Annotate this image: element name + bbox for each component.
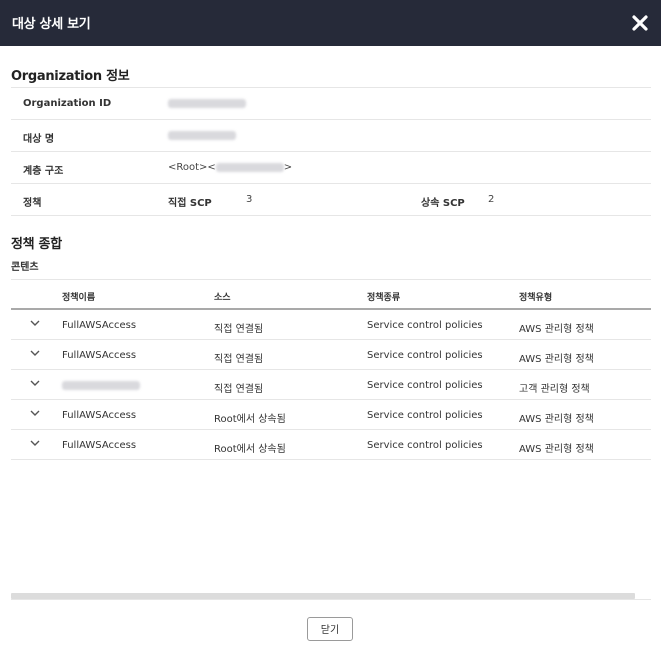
column-header-policy-kind[interactable]: 정책종류	[367, 290, 400, 303]
direct-scp-label: 직접 SCP	[168, 198, 212, 209]
info-row-hierarchy: 계층 구조 <Root>< >	[11, 152, 651, 184]
table-row[interactable]: FullAWSAccess Root에서 상속됨 Service control p…	[11, 400, 651, 430]
chevron-down-icon[interactable]	[29, 318, 41, 328]
policy-name-cell: FullAWSAccess	[62, 320, 137, 331]
close-icon[interactable]	[629, 12, 651, 34]
policy-type-cell: 고객 관리형 정책	[519, 384, 590, 395]
policy-type-cell: AWS 관리형 정책	[519, 354, 594, 365]
info-row-target-name: 대상 명	[11, 120, 651, 152]
org-info-table: Organization ID 대상 명 계층 구조 <Root>< > 정책 직…	[11, 87, 651, 216]
source-cell: 직접 연결됨	[214, 324, 264, 335]
policy-kind-cell: Service control policies	[367, 320, 483, 331]
info-row-org-id: Organization ID	[11, 88, 651, 120]
policy-kind-cell: Service control policies	[367, 350, 483, 361]
source-cell: 직접 연결됨	[214, 384, 264, 395]
hierarchy-value: <Root>< >	[168, 162, 293, 173]
chevron-down-icon[interactable]	[29, 378, 41, 388]
policy-type-cell: AWS 관리형 정책	[519, 444, 594, 455]
policy-label: 정책	[23, 198, 42, 209]
policy-type-cell: AWS 관리형 정책	[519, 414, 594, 425]
policy-name-cell: FullAWSAccess	[62, 440, 137, 451]
chevron-down-icon[interactable]	[29, 408, 41, 418]
table-row[interactable]: FullAWSAccess Root에서 상속됨 Service control p…	[11, 430, 651, 460]
modal-title: 대상 상세 보기	[12, 17, 91, 32]
close-button[interactable]: 닫기	[307, 617, 353, 641]
inherited-scp-label: 상속 SCP	[421, 198, 465, 209]
source-cell: Root에서 상속됨	[214, 414, 286, 425]
contents-subheading: 콘텐츠	[11, 262, 39, 273]
policy-name-cell: FullAWSAccess	[62, 410, 137, 421]
chevron-down-icon[interactable]	[29, 348, 41, 358]
target-name-label: 대상 명	[23, 134, 55, 145]
source-cell: 직접 연결됨	[214, 354, 264, 365]
hierarchy-label: 계층 구조	[23, 166, 64, 177]
org-id-value	[168, 98, 246, 109]
column-header-source[interactable]: 소스	[214, 290, 231, 303]
policy-table: 정책이름 소스 정책종류 정책유형 FullAWSAccess 직접 연결됨 Ser…	[11, 279, 651, 460]
policy-name-cell: FullAWSAccess	[62, 350, 137, 361]
info-row-policy: 정책 직접 SCP 3 상속 SCP 2	[11, 184, 651, 216]
table-row[interactable]: FullAWSAccess 직접 연결됨 Service control polic…	[11, 340, 651, 370]
policy-kind-cell: Service control policies	[367, 410, 483, 421]
table-header-row: 정책이름 소스 정책종류 정책유형	[11, 280, 651, 310]
divider	[11, 599, 651, 600]
inherited-scp-value: 2	[488, 194, 495, 205]
policy-name-cell	[62, 380, 140, 391]
org-section-title: Organization 정보	[11, 69, 130, 84]
source-cell: Root에서 상속됨	[214, 444, 286, 455]
policy-section-title: 정책 종합	[11, 237, 62, 252]
table-row[interactable]: FullAWSAccess 직접 연결됨 Service control polic…	[11, 310, 651, 340]
policy-kind-cell: Service control policies	[367, 440, 483, 451]
column-header-policy-type[interactable]: 정책유형	[519, 290, 552, 303]
policy-type-cell: AWS 관리형 정책	[519, 324, 594, 335]
modal-header: 대상 상세 보기	[0, 0, 661, 46]
column-header-policy-name[interactable]: 정책이름	[62, 290, 95, 303]
chevron-down-icon[interactable]	[29, 438, 41, 448]
table-row[interactable]: 직접 연결됨 Service control policies 고객 관리형 정책	[11, 370, 651, 400]
direct-scp-value: 3	[246, 194, 253, 205]
org-id-label: Organization ID	[23, 98, 112, 109]
policy-kind-cell: Service control policies	[367, 380, 483, 391]
target-name-value	[168, 130, 236, 141]
